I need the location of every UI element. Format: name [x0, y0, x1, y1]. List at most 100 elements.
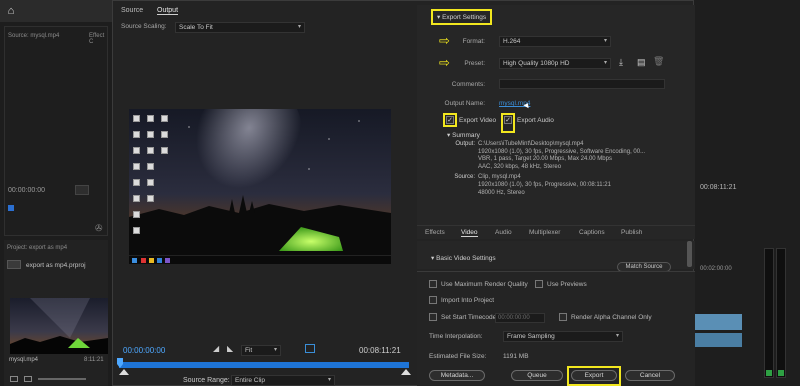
desktop-icon: [133, 227, 140, 234]
aspect-ratio-icon[interactable]: [305, 344, 315, 353]
icon-view-icon[interactable]: [24, 376, 32, 382]
tab-video[interactable]: Video: [461, 229, 478, 237]
timeline-audio-clip[interactable]: [694, 333, 742, 347]
save-preset-icon[interactable]: ⤓: [619, 57, 623, 68]
preset-value: High Quality 1080p HD: [503, 60, 570, 67]
taskbar-app-icon: [157, 258, 162, 263]
effect-panel-label[interactable]: Effect C: [89, 33, 107, 45]
zoom-fit-value: Fit: [245, 347, 253, 354]
comments-label: Comments:: [451, 81, 485, 88]
settings-scrollbar[interactable]: [687, 241, 692, 267]
render-alpha-checkbox[interactable]: [559, 313, 567, 321]
desktop-icon: [147, 147, 154, 154]
max-render-quality-checkbox[interactable]: [429, 280, 437, 288]
tab-captions[interactable]: Captions: [579, 229, 605, 236]
folder-icon: [7, 260, 21, 269]
out-point-marker[interactable]: [401, 369, 411, 375]
preset-select[interactable]: High Quality 1080p HD ▾: [499, 58, 611, 69]
preset-label: Preset:: [464, 60, 485, 67]
duration-display: 00:08:11:21: [359, 346, 401, 355]
export-options: Use Maximum Render Quality Use Previews …: [417, 271, 695, 386]
export-button[interactable]: Export: [571, 370, 617, 381]
taskbar-app-icon: [165, 258, 170, 263]
program-timecode: 00:08:11:21: [700, 184, 737, 191]
desktop-icon: [133, 115, 140, 122]
set-start-timecode-checkbox[interactable]: [429, 313, 437, 321]
fit-button[interactable]: [75, 185, 89, 195]
source-range-label: Source Range:: [183, 377, 230, 384]
format-select[interactable]: H.264 ▾: [499, 36, 611, 47]
summary-header[interactable]: ▾ Summary: [447, 131, 480, 139]
zoom-slider[interactable]: [38, 378, 86, 380]
timeline-ruler-time: 00:02:00:00: [700, 266, 732, 272]
source-output-tabs: Source Output: [113, 5, 413, 19]
desktop-icon: [133, 147, 140, 154]
cancel-button[interactable]: Cancel: [625, 370, 675, 381]
summary-output-line: C:\Users\iTubeMint\Desktop\mysql.mp4: [478, 141, 584, 147]
audio-meter-level: [766, 370, 772, 376]
clip-duration: 8:11:21: [84, 357, 104, 363]
desktop-icon: [161, 147, 168, 154]
timeline-audio-clip[interactable]: [694, 314, 742, 330]
chevron-down-icon: ▾: [327, 377, 331, 383]
import-into-project-checkbox[interactable]: [429, 296, 437, 304]
tab-output[interactable]: Output: [157, 7, 179, 15]
mark-out-icon[interactable]: ◣: [227, 344, 233, 353]
source-panel-label[interactable]: Source: mysql.mp4: [8, 33, 59, 39]
import-preset-icon[interactable]: ▤: [637, 57, 646, 68]
desktop-icon: [147, 195, 154, 202]
tab-publish[interactable]: Publish: [621, 229, 642, 236]
time-interpolation-select[interactable]: Frame Sampling ▾: [503, 331, 623, 342]
audio-meter-level: [778, 370, 784, 376]
wrench-icon[interactable]: ✇: [95, 223, 103, 234]
export-settings-title: Export Settings: [442, 14, 487, 21]
export-settings-header[interactable]: ▾ Export Settings: [431, 9, 493, 25]
comments-field[interactable]: [499, 79, 665, 89]
summary-source-line: 1920x1080 (1.0), 30 fps, Progressive, 00…: [478, 181, 611, 188]
use-previews-checkbox[interactable]: [535, 280, 543, 288]
timeline-scrubber[interactable]: [119, 362, 409, 368]
summary-text: Output: C:\Users\iTubeMint\Desktop\mysql…: [441, 141, 681, 197]
clip-thumbnail[interactable]: [10, 298, 108, 354]
windows-start-icon: [132, 258, 137, 263]
mark-in-icon[interactable]: ◢: [213, 344, 219, 353]
queue-button[interactable]: Queue: [511, 370, 563, 381]
project-file-name[interactable]: export as mp4.prproj: [26, 262, 86, 269]
desktop-icon: [133, 131, 140, 138]
tab-audio[interactable]: Audio: [495, 229, 512, 236]
export-audio-checkbox[interactable]: ✓: [504, 116, 512, 124]
project-panel-label[interactable]: Project: export as mp4: [7, 245, 67, 251]
summary-output-line: 1920x1080 (1.0), 30 fps, Progressive, So…: [478, 148, 646, 155]
list-view-icon[interactable]: [10, 376, 18, 382]
in-point-marker[interactable]: [119, 369, 129, 375]
basic-video-settings-header[interactable]: ▾ Basic Video Settings: [431, 254, 496, 262]
basic-video-settings-title: Basic Video Settings: [436, 255, 496, 262]
right-panels: 00:08:11:21 00:02:00:00: [692, 0, 800, 386]
desktop-icon: [133, 179, 140, 186]
source-range-select[interactable]: Entire Clip ▾: [231, 375, 335, 386]
desktop-icon: [133, 195, 140, 202]
use-previews-label: Use Previews: [547, 281, 587, 288]
desktop-icons: [129, 109, 169, 249]
tab-multiplexer[interactable]: Multiplexer: [529, 229, 560, 236]
playhead-marker[interactable]: [8, 205, 14, 211]
start-timecode-field[interactable]: 00:00:00:00: [495, 313, 545, 323]
import-into-project-label: Import Into Project: [441, 297, 495, 304]
metadata-button[interactable]: Metadata...: [429, 370, 485, 381]
desktop-icon: [147, 179, 154, 186]
desktop-icon: [133, 211, 140, 218]
source-scaling-select[interactable]: Scale To Fit ▾: [175, 22, 305, 33]
summary-title: Summary: [452, 132, 480, 139]
delete-preset-icon[interactable]: 🗑: [653, 56, 664, 67]
tab-effects[interactable]: Effects: [425, 229, 445, 236]
clip-thumbnail-image: [10, 298, 108, 354]
export-settings-dialog: Source Output Source Scaling: Scale To F…: [112, 0, 695, 386]
taskbar-app-icon: [141, 258, 146, 263]
home-icon[interactable]: ⌂: [4, 4, 18, 18]
export-video-checkbox[interactable]: ✓: [446, 116, 454, 124]
zoom-fit-select[interactable]: Fit ▾: [241, 345, 281, 356]
tab-source[interactable]: Source: [121, 7, 143, 14]
desktop-icon: [133, 163, 140, 170]
output-name-label: Output Name:: [444, 100, 485, 107]
source-scaling-label: Source Scaling:: [121, 23, 167, 30]
